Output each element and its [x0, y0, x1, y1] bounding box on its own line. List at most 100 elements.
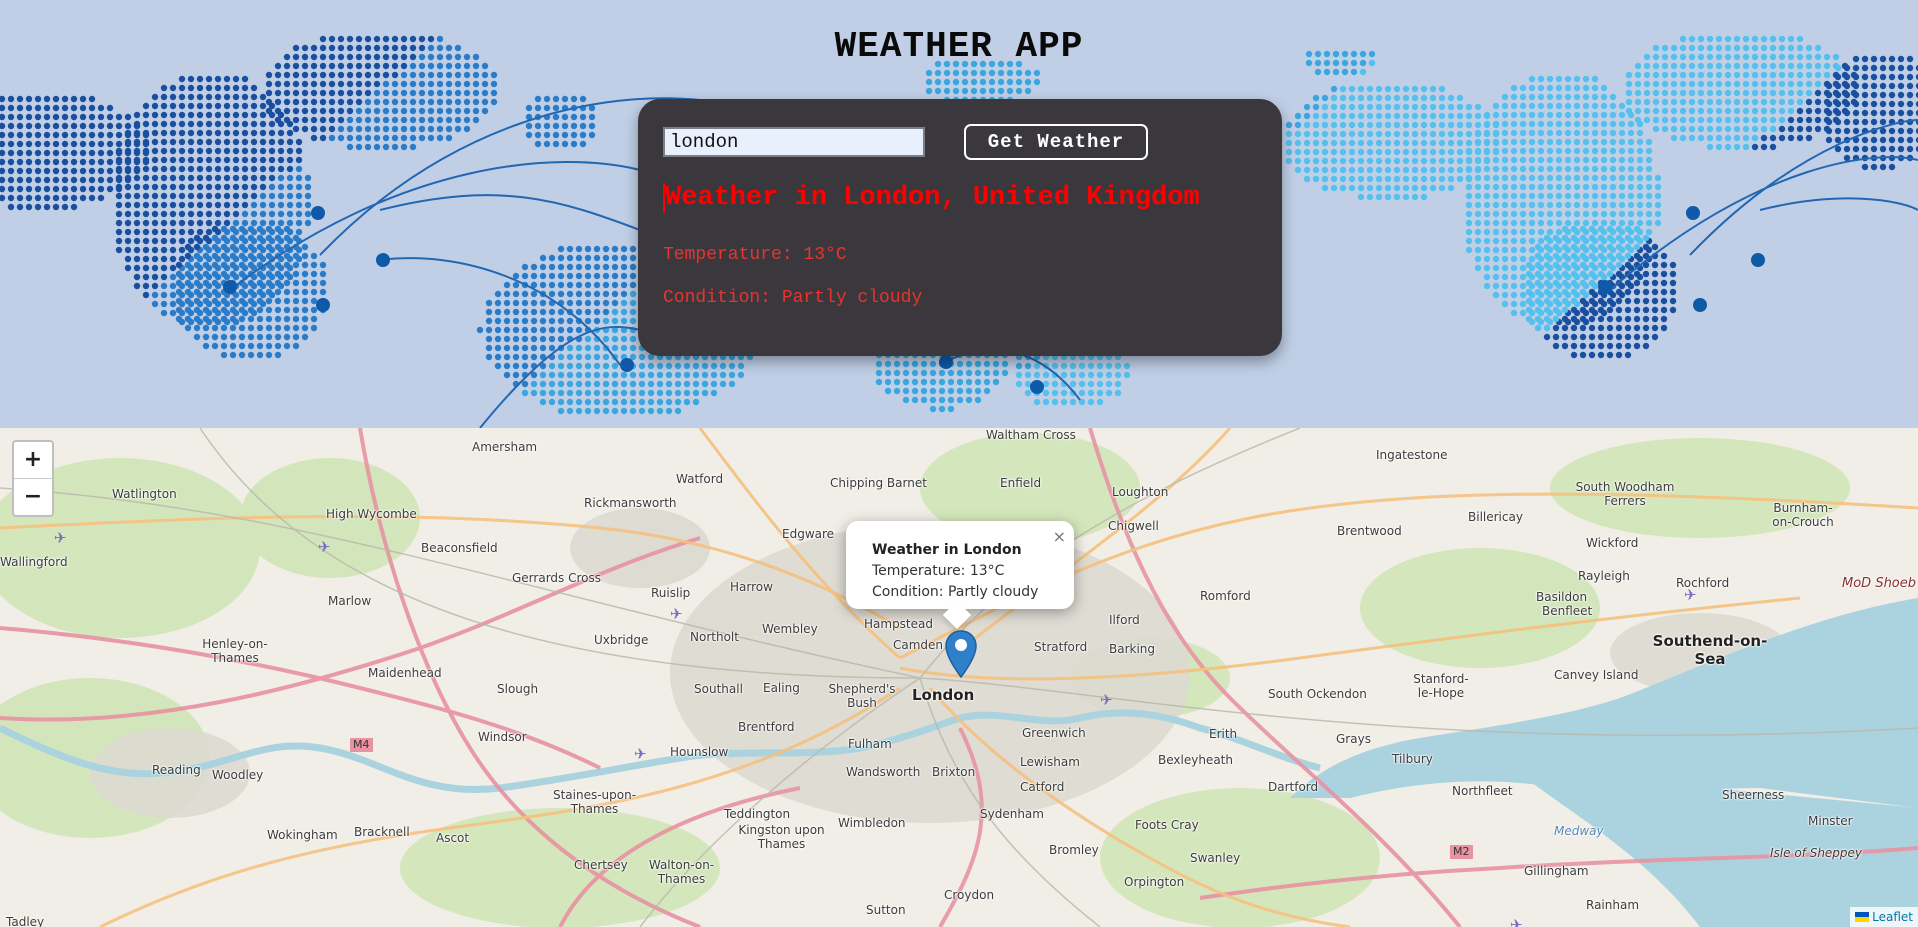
map-label: Tadley	[6, 915, 45, 927]
map-label: Romford	[1200, 589, 1251, 603]
map-label: Wimbledon	[838, 816, 906, 830]
app-title: WEATHER APP	[834, 26, 1084, 67]
map-label: Amersham	[472, 440, 538, 454]
get-weather-button[interactable]: Get Weather	[964, 124, 1148, 160]
airport-icon: ✈	[1684, 586, 1697, 604]
map-label: Edgware	[782, 527, 835, 541]
map-label: South Woodham Ferrers	[1575, 480, 1675, 508]
map-label: Stratford	[1034, 640, 1088, 654]
map-label: Isle of Sheppey	[1770, 846, 1863, 860]
map-label: Wokingham	[267, 828, 338, 842]
map-label: Hounslow	[670, 745, 729, 759]
map-label: Fulham	[848, 737, 892, 751]
map-label: Northolt	[690, 630, 739, 644]
map-label: Woodley	[212, 768, 264, 782]
map-label: South Ockendon	[1268, 687, 1367, 701]
popup-temperature: Temperature: 13°C	[872, 563, 1005, 579]
popup-condition: Condition: Partly cloudy	[872, 584, 1039, 600]
map-label: Maidenhead	[368, 666, 442, 680]
map-label: Staines-upon-Thames	[552, 788, 637, 816]
map-label: Canvey Island	[1554, 668, 1639, 682]
map-label: Orpington	[1124, 875, 1185, 889]
map-label: Hampstead	[864, 617, 933, 631]
map-label: Henley-on-Thames	[202, 637, 268, 665]
map-label: Loughton	[1112, 485, 1169, 499]
map-label: Ascot	[436, 831, 470, 845]
map-label: Billericay	[1468, 510, 1523, 524]
map-label: Chipping Barnet	[830, 476, 927, 490]
map-label: Brentford	[738, 720, 795, 734]
airport-icon: ✈	[1510, 916, 1523, 927]
zoom-out-button[interactable]: −	[14, 479, 52, 515]
map-label: Sydenham	[980, 807, 1044, 821]
map-label: Swanley	[1190, 851, 1241, 865]
map-label: Watford	[676, 472, 724, 486]
map-label: Lewisham	[1020, 755, 1080, 769]
zoom-in-button[interactable]: +	[14, 442, 52, 479]
map-label: Benfleet	[1542, 604, 1593, 618]
map-label: Watlington	[112, 487, 177, 501]
road-shield-m4: M4	[350, 738, 373, 752]
condition-text: Condition: Partly cloudy	[663, 288, 923, 308]
map-label: Grays	[1336, 732, 1371, 746]
map-label: Rayleigh	[1578, 569, 1630, 583]
map-label: Wandsworth	[846, 765, 921, 779]
map-label: Uxbridge	[594, 633, 649, 647]
map-label: Burnham-on-Crouch	[1772, 501, 1834, 529]
map-label: Ruislip	[651, 586, 691, 600]
map-label: Wickford	[1586, 536, 1639, 550]
map-label: Tilbury	[1392, 752, 1433, 766]
map-label: Stanford-le-Hope	[1413, 672, 1469, 700]
map-label: Chertsey	[574, 858, 628, 872]
airport-icon: ✈	[1100, 691, 1113, 709]
map-label: Sutton	[866, 903, 906, 917]
map-label: Southall	[694, 682, 743, 696]
popup-title: Weather in London	[872, 542, 1022, 558]
map-view[interactable]: Waltham Cross Amersham Watford Chipping …	[0, 428, 1918, 927]
airport-icon: ✈	[634, 745, 647, 763]
map-label: Slough	[497, 682, 539, 696]
map-label: Northfleet	[1452, 784, 1513, 798]
map-label: Shepherd's Bush	[828, 682, 896, 710]
map-label: Rickmansworth	[584, 496, 677, 510]
map-label: Brixton	[932, 765, 976, 779]
hero-banner: WEATHER APP Get Weather Weather in Londo…	[0, 0, 1918, 428]
city-search-input[interactable]	[663, 127, 925, 157]
map-label: Sheerness	[1722, 788, 1785, 802]
map-marker-icon[interactable]	[944, 629, 978, 679]
map-label: Bracknell	[354, 825, 410, 839]
map-label: High Wycombe	[326, 507, 417, 521]
map-label: Wallingford	[0, 555, 68, 569]
map-label: MoD Shoeb	[1842, 576, 1917, 591]
map-label: Greenwich	[1022, 726, 1086, 740]
zoom-control: + −	[12, 440, 54, 517]
airport-icon: ✈	[318, 538, 331, 556]
attribution-link[interactable]: Leaflet	[1872, 910, 1913, 924]
temperature-text: Temperature: 13°C	[663, 245, 847, 265]
map-label: London	[912, 686, 975, 704]
map-label: Catford	[1020, 780, 1065, 794]
map-label: Gillingham	[1524, 864, 1589, 878]
map-label: Dartford	[1268, 780, 1319, 794]
map-label: Brentwood	[1337, 524, 1402, 538]
map-label: Foots Cray	[1135, 818, 1199, 832]
map-label: Minster	[1808, 814, 1853, 828]
map-label: Kingston upon Thames	[738, 823, 825, 851]
map-label: Walton-on-Thames	[648, 858, 715, 886]
map-label: Erith	[1209, 727, 1238, 741]
map-label: Camden	[893, 638, 944, 652]
map-label: Medway	[1554, 824, 1604, 838]
map-label: Bromley	[1049, 843, 1099, 857]
ukraine-flag-icon	[1855, 912, 1870, 922]
map-label: Ealing	[763, 681, 800, 695]
map-label: Ingatestone	[1376, 448, 1448, 462]
map-label: Teddington	[724, 807, 791, 821]
map-label: Croydon	[944, 888, 995, 902]
map-label: Harrow	[730, 580, 773, 594]
map-label: Enfield	[1000, 476, 1042, 490]
airport-icon: ✈	[54, 529, 67, 547]
map-attribution[interactable]: Leaflet	[1850, 907, 1918, 927]
popup-close-icon[interactable]: ×	[1053, 527, 1066, 546]
map-label: Gerrards Cross	[512, 571, 601, 585]
map-label: Marlow	[328, 594, 372, 608]
